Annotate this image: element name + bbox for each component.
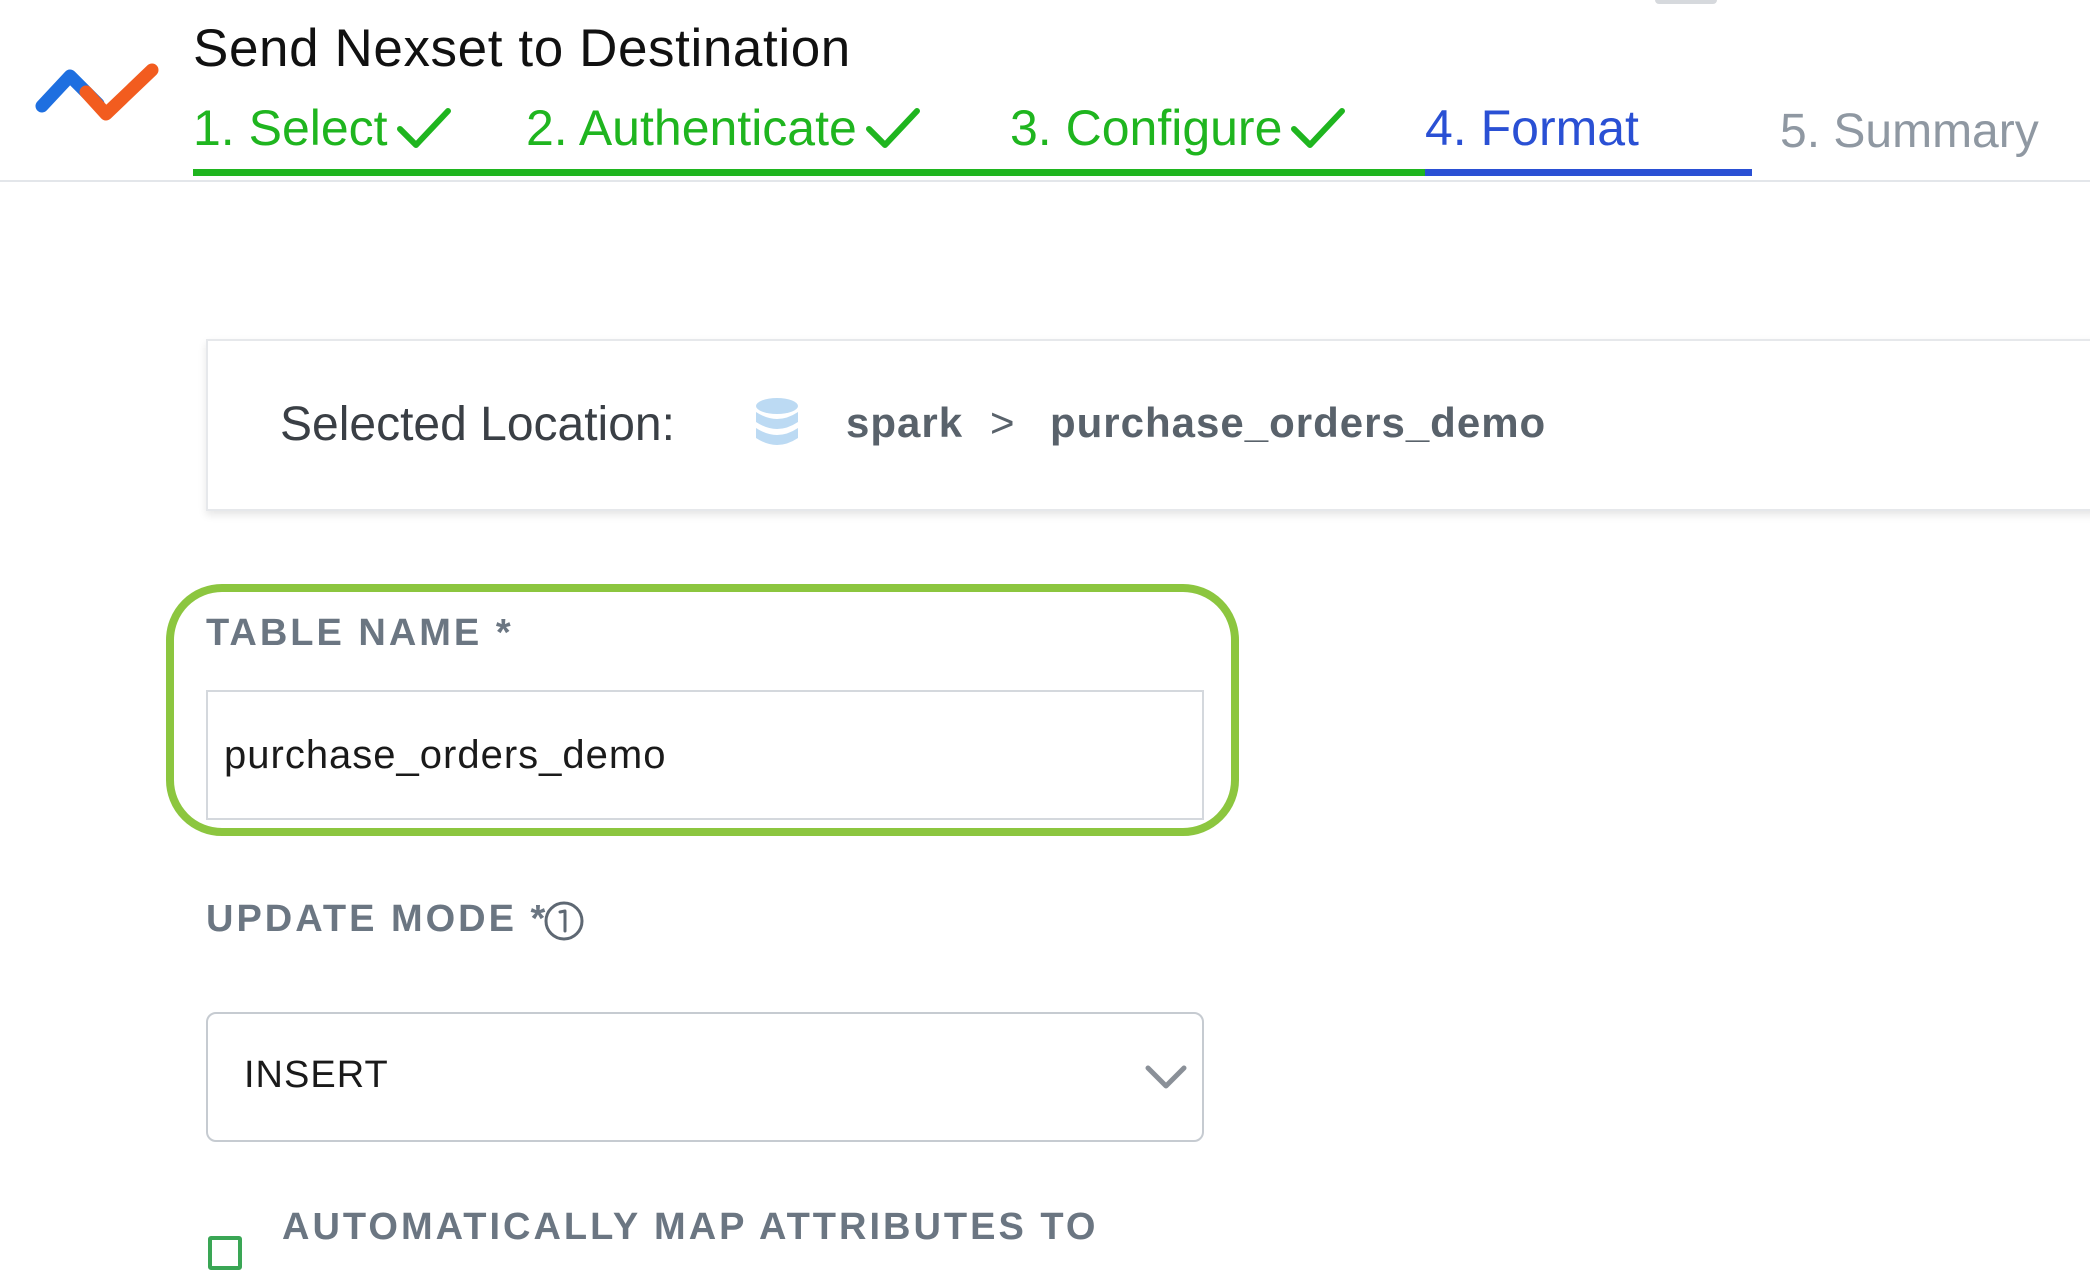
window-handle[interactable]: [1655, 0, 1717, 4]
breadcrumb-source[interactable]: spark: [846, 399, 963, 447]
step-label: 2. Authenticate: [526, 100, 857, 156]
step-label: 5. Summary: [1780, 105, 2039, 158]
table-name-input[interactable]: [206, 690, 1204, 820]
update-mode-label: UPDATE MODE *: [206, 898, 549, 940]
step-select[interactable]: 1. Select: [193, 98, 452, 158]
nexla-logo-icon: [35, 63, 159, 121]
step-label: 4. Format: [1425, 100, 1639, 156]
page-title: Send Nexset to Destination: [193, 19, 851, 78]
update-mode-value: INSERT: [244, 1054, 389, 1096]
checkmark-icon: [865, 108, 920, 148]
chevron-down-icon: [1145, 1065, 1187, 1089]
step-label: 1. Select: [193, 100, 388, 156]
update-mode-select[interactable]: INSERT: [206, 1012, 1204, 1142]
step-authenticate[interactable]: 2. Authenticate: [526, 98, 921, 158]
selected-location-card: Selected Location: spark > purchase_orde…: [206, 339, 2090, 511]
breadcrumb-separator: >: [990, 399, 1016, 446]
wizard-header: Send Nexset to Destination 1. Select 2. …: [0, 0, 2090, 182]
checkmark-icon: [1291, 108, 1346, 148]
breadcrumb-table[interactable]: purchase_orders_demo: [1050, 399, 1546, 447]
checkmark-icon: [396, 108, 451, 148]
progress-bar-current: [1425, 169, 1752, 176]
auto-map-label: AUTOMATICALLY MAP ATTRIBUTES TO: [282, 1206, 1099, 1248]
table-name-label: TABLE NAME *: [206, 612, 514, 654]
progress-bar-completed: [193, 169, 1425, 176]
step-format[interactable]: 4. Format: [1425, 98, 1639, 158]
info-icon[interactable]: [543, 900, 585, 942]
step-label: 3. Configure: [1010, 100, 1283, 156]
step-summary[interactable]: 5. Summary: [1780, 102, 2039, 162]
selected-location-label: Selected Location:: [280, 398, 675, 451]
step-configure[interactable]: 3. Configure: [1010, 98, 1346, 158]
database-icon: [756, 398, 798, 445]
